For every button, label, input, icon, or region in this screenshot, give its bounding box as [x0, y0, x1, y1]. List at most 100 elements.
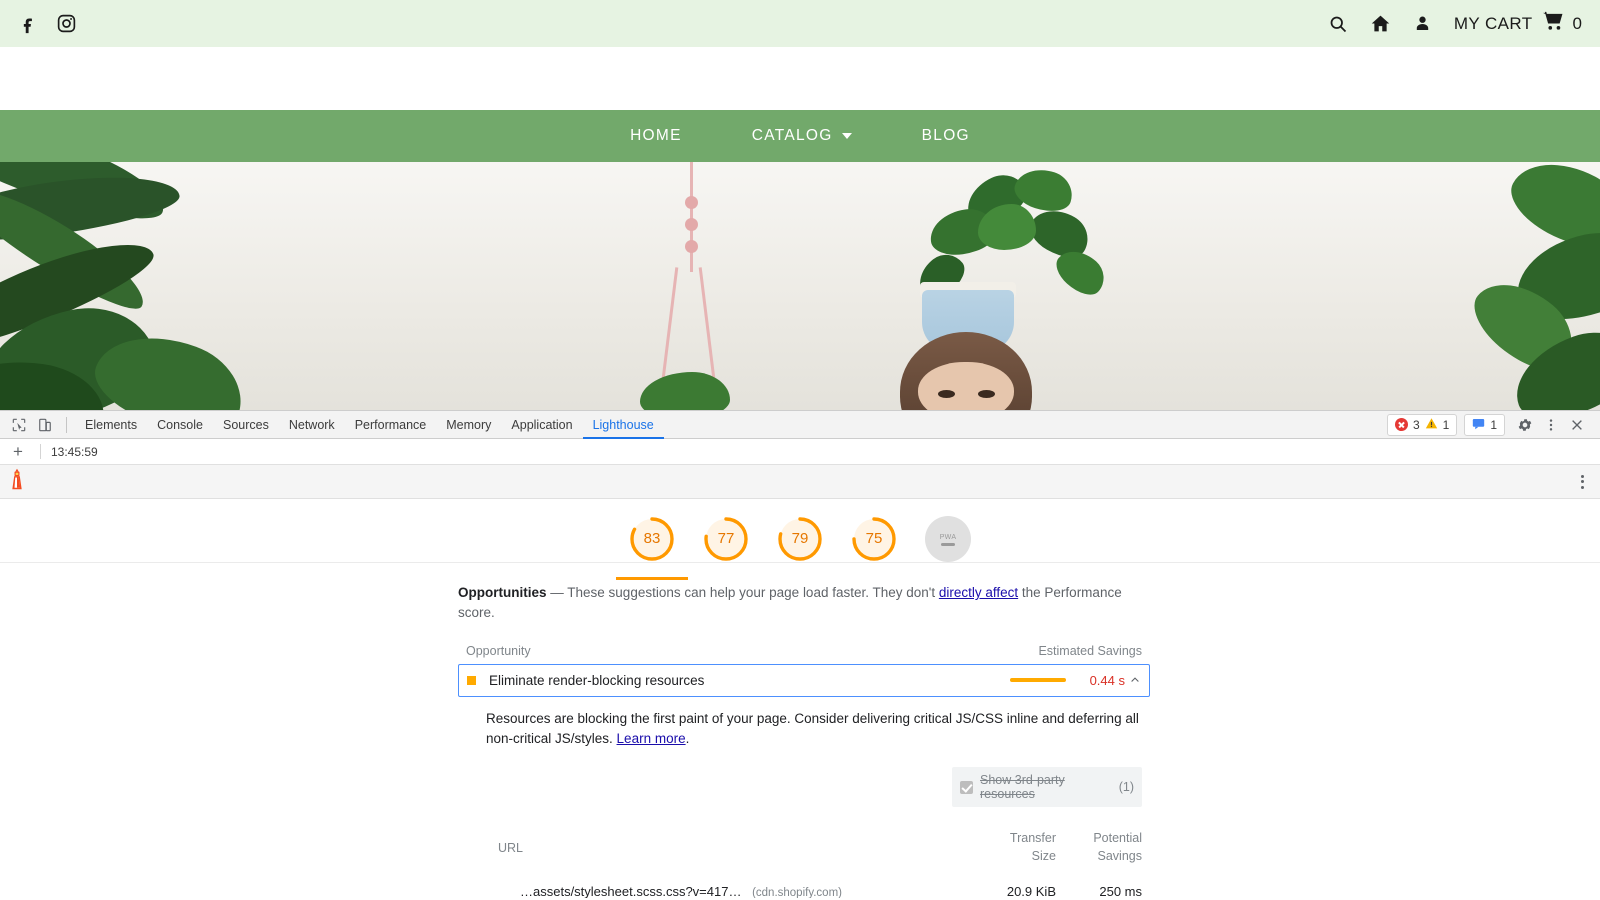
pwa-dash-icon [941, 543, 955, 546]
tab-network[interactable]: Network [279, 411, 345, 439]
col-header-savings-line2: Savings [1056, 847, 1142, 865]
cart-icon [1542, 11, 1564, 36]
report-timestamp[interactable]: 13:45:59 [51, 445, 98, 459]
gear-icon[interactable] [1512, 413, 1538, 437]
opportunities-intro: Opportunities — These suggestions can he… [458, 583, 1150, 624]
new-report-button[interactable]: + [6, 443, 30, 460]
lighthouse-report-header [0, 465, 1600, 499]
issue-counters[interactable]: 3 1 [1387, 414, 1457, 436]
search-icon[interactable] [1328, 14, 1348, 34]
report-menu-icon[interactable] [1573, 471, 1592, 493]
report-body: Opportunities — These suggestions can he… [0, 563, 1600, 898]
score-gauges: 83 77 79 [0, 499, 1600, 563]
tab-memory[interactable]: Memory [436, 411, 501, 439]
lighthouse-icon [8, 468, 26, 495]
opportunities-heading: Opportunities [458, 585, 547, 600]
tab-lighthouse[interactable]: Lighthouse [583, 411, 664, 439]
gauge-ring: 75 [851, 516, 897, 562]
cart-button[interactable]: MY CART 0 [1454, 11, 1582, 36]
third-party-count: (1) [1119, 780, 1134, 794]
opportunities-table-header: Opportunity Estimated Savings [458, 644, 1150, 664]
cart-label: MY CART [1454, 14, 1533, 34]
resource-table-header: URL Transfer Size Potential Savings [486, 829, 1142, 873]
gauge-ring: PWA [925, 516, 971, 562]
facebook-icon[interactable] [18, 14, 38, 34]
tab-elements[interactable]: Elements [75, 411, 147, 439]
resource-url-text[interactable]: …assets/stylesheet.scss.css?v=417… [520, 884, 741, 898]
timeline-divider [40, 444, 41, 459]
chevron-down-icon [842, 133, 852, 139]
severity-square-icon [467, 676, 476, 685]
warning-icon [1425, 417, 1438, 433]
more-options-icon[interactable] [1538, 413, 1564, 437]
savings-indicator: 0.44 s [1010, 673, 1125, 688]
lighthouse-report: 83 77 79 [0, 499, 1600, 898]
gauge-seo[interactable]: 75 [851, 516, 897, 562]
header-spacer [0, 47, 1600, 110]
tab-sources[interactable]: Sources [213, 411, 279, 439]
storefront-page: MY CART 0 HOME CATALOG BLOG [0, 0, 1600, 410]
tab-performance[interactable]: Performance [345, 411, 437, 439]
main-navigation: HOME CATALOG BLOG [0, 110, 1600, 162]
detail-text-after: . [686, 731, 690, 746]
savings-value: 0.44 s [1079, 673, 1125, 688]
device-toolbar-icon[interactable] [32, 413, 58, 437]
col-header-opportunity: Opportunity [466, 644, 1002, 658]
error-count: 3 [1413, 418, 1420, 432]
directly-affect-link[interactable]: directly affect [939, 585, 1018, 600]
gauge-value: 77 [703, 516, 749, 562]
gauge-performance[interactable]: 83 [629, 516, 675, 562]
intro-dash: — [550, 585, 564, 600]
third-party-label: Show 3rd-party resources [980, 773, 1112, 801]
warning-count: 1 [1443, 418, 1450, 432]
toolbar-divider [66, 417, 67, 433]
tab-application[interactable]: Application [501, 411, 582, 439]
opportunity-row-render-blocking[interactable]: Eliminate render-blocking resources 0.44… [458, 664, 1150, 697]
nav-item-home[interactable]: HOME [595, 127, 717, 145]
savings-bar [1010, 678, 1066, 682]
opportunities-section: Opportunities — These suggestions can he… [450, 583, 1150, 898]
nav-item-catalog[interactable]: CATALOG [717, 127, 887, 145]
store-utility-nav: MY CART 0 [1328, 11, 1582, 36]
social-links [18, 13, 77, 34]
hero-image [0, 162, 1600, 410]
pwa-label: PWA [940, 534, 957, 541]
nav-label: CATALOG [752, 127, 833, 145]
nav-item-blog[interactable]: BLOG [887, 127, 1005, 145]
tab-console[interactable]: Console [147, 411, 213, 439]
opportunity-detail-render-blocking: Resources are blocking the first paint o… [458, 697, 1150, 899]
inspect-element-icon[interactable] [6, 413, 32, 437]
error-icon [1395, 418, 1408, 431]
gauge-best-practices[interactable]: 79 [777, 516, 823, 562]
col-header-savings: Estimated Savings [1002, 644, 1142, 658]
chevron-up-icon[interactable] [1125, 674, 1145, 686]
hero-background [0, 162, 1600, 410]
devtools-toolbar: Elements Console Sources Network Perform… [0, 411, 1600, 439]
lighthouse-timeline-bar: + 13:45:59 [0, 439, 1600, 465]
col-header-potential-savings: Potential Savings [1056, 829, 1142, 865]
close-icon[interactable] [1564, 413, 1590, 437]
table-row: …assets/stylesheet.scss.css?v=417… (cdn.… [486, 874, 1142, 898]
gauge-pwa[interactable]: PWA [925, 516, 971, 562]
resource-transfer-size: 20.9 KiB [964, 884, 1056, 898]
gauge-ring: 83 [629, 516, 675, 562]
show-third-party-toggle[interactable]: Show 3rd-party resources (1) [952, 767, 1142, 807]
col-header-url: URL [498, 829, 964, 855]
instagram-icon[interactable] [56, 13, 77, 34]
gauge-value: 79 [777, 516, 823, 562]
checkbox-icon[interactable] [960, 781, 973, 794]
col-header-transfer-line2: Size [964, 847, 1056, 865]
learn-more-link[interactable]: Learn more [617, 731, 686, 746]
gauge-accessibility[interactable]: 77 [703, 516, 749, 562]
gauge-value: 75 [851, 516, 897, 562]
detail-text-before: Resources are blocking the first paint o… [486, 711, 1139, 747]
intro-text-before: These suggestions can help your page loa… [567, 585, 939, 600]
resource-host: (cdn.shopify.com) [752, 887, 842, 898]
message-counter[interactable]: 1 [1464, 414, 1505, 436]
home-icon[interactable] [1370, 13, 1391, 34]
store-topbar: MY CART 0 [0, 0, 1600, 47]
opportunity-title: Eliminate render-blocking resources [489, 673, 1010, 688]
gauge-value: 83 [629, 516, 675, 562]
devtools-tab-list: Elements Console Sources Network Perform… [75, 411, 664, 439]
account-icon[interactable] [1413, 14, 1432, 33]
